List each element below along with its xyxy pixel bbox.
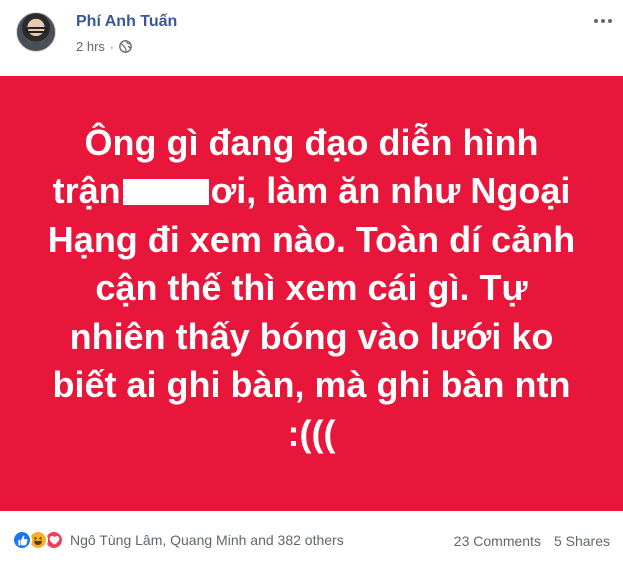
post-text-word: trận — [52, 170, 121, 212]
censor-block — [122, 179, 209, 206]
like-icon — [12, 530, 32, 550]
reactors-text: Ngô Tùng Lâm, Quang Minh and 382 others — [70, 532, 344, 548]
globe-icon[interactable] — [119, 40, 132, 53]
post-text-line: Hạng đi xem nào. Toàn dí cảnh — [47, 218, 576, 260]
post-text-line: :((( — [287, 412, 336, 454]
post-text-line: biết ai ghi bàn, mà ghi bàn ntn — [52, 364, 571, 406]
reactions-summary[interactable]: Ngô Tùng Lâm, Quang Minh and 382 others — [12, 530, 344, 550]
shares-count[interactable]: 5 Shares — [554, 533, 610, 549]
author-name[interactable]: Phí Anh Tuấn — [76, 13, 177, 31]
post-text-line: trận ơi, làm ăn như Ngoại — [32, 167, 592, 216]
post-text: Ông gì đang đạo diễn hình trận ơi, làm ăn… — [32, 119, 592, 459]
post-text-line: nhiên thấy bóng vào lưới ko — [69, 315, 554, 357]
meta-separator: · — [109, 39, 114, 54]
post-meta: 2 hrs · — [76, 39, 132, 54]
post-banner: Ông gì đang đạo diễn hình trận ơi, làm ăn… — [0, 76, 623, 511]
comments-count[interactable]: 23 Comments — [454, 533, 541, 549]
engagement-counts: 23 Comments 5 Shares — [454, 533, 610, 549]
post-footer: Ngô Tùng Lâm, Quang Minh and 382 others … — [0, 520, 623, 564]
post-card: Phí Anh Tuấn 2 hrs · Ông gì đang đạo diễ… — [0, 0, 623, 564]
post-text-line: cận thế thì xem cái gì. Tự — [95, 267, 528, 309]
post-header: Phí Anh Tuấn 2 hrs · — [0, 0, 623, 76]
avatar[interactable] — [16, 12, 56, 52]
timestamp[interactable]: 2 hrs — [76, 39, 105, 54]
more-icon[interactable] — [591, 14, 615, 28]
post-text-line: Ông gì đang đạo diễn hình — [84, 121, 539, 163]
post-text-word: ơi, làm ăn như Ngoại — [210, 170, 571, 212]
